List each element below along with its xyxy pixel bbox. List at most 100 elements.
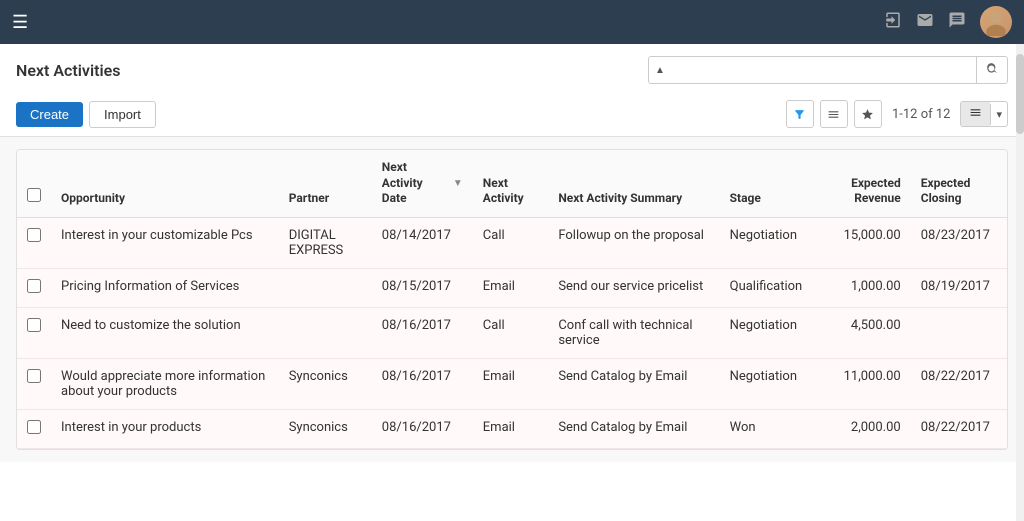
page-title: Next Activities (16, 61, 120, 80)
cell-activity-summary: Send Catalog by Email (548, 409, 719, 448)
top-bar-left: ☰ (12, 12, 28, 33)
table-container: Opportunity Partner Next Activity Date ▼… (16, 149, 1008, 450)
cell-closing (911, 307, 1007, 358)
cell-closing: 08/19/2017 (911, 268, 1007, 307)
cell-activity-date: 08/15/2017 (372, 268, 473, 307)
header-closing: Expected Closing (911, 150, 1007, 217)
row-checkbox[interactable] (27, 369, 41, 383)
table-row[interactable]: Interest in your customizable Pcs DIGITA… (17, 217, 1007, 268)
scrollbar-track[interactable] (1016, 44, 1024, 521)
main-content: Opportunity Partner Next Activity Date ▼… (0, 137, 1024, 462)
table-row[interactable]: Pricing Information of Services 08/15/20… (17, 268, 1007, 307)
cell-stage: Negotiation (720, 217, 813, 268)
search-dropdown-arrow[interactable]: ▲ (649, 65, 671, 76)
cell-activity: Call (473, 307, 549, 358)
cell-activity: Email (473, 409, 549, 448)
cell-opportunity: Interest in your customizable Pcs (51, 217, 279, 268)
header-checkbox-col (17, 150, 51, 217)
pagination-info: 1-12 of 12 (892, 107, 951, 122)
header-opportunity: Opportunity (51, 150, 279, 217)
table-body: Interest in your customizable Pcs DIGITA… (17, 217, 1007, 448)
header-activity-date[interactable]: Next Activity Date ▼ (372, 150, 473, 217)
header-revenue: Expected Revenue (812, 150, 911, 217)
cell-partner (279, 268, 372, 307)
cell-activity-summary: Followup on the proposal (548, 217, 719, 268)
cell-stage: Won (720, 409, 813, 448)
cell-activity: Call (473, 217, 549, 268)
data-table: Opportunity Partner Next Activity Date ▼… (17, 150, 1007, 449)
cell-partner: DIGITAL EXPRESS (279, 217, 372, 268)
filter-icons (786, 100, 882, 128)
row-checkbox-cell (17, 409, 51, 448)
import-button[interactable]: Import (89, 101, 156, 128)
top-bar-right (884, 6, 1012, 38)
cell-closing: 08/23/2017 (911, 217, 1007, 268)
page-header: Next Activities ▲ Create Import (0, 44, 1024, 137)
cell-closing: 08/22/2017 (911, 358, 1007, 409)
mail-icon[interactable] (916, 11, 934, 34)
avatar[interactable] (980, 6, 1012, 38)
cell-revenue: 1,000.00 (812, 268, 911, 307)
table-row[interactable]: Interest in your products Synconics 08/1… (17, 409, 1007, 448)
cell-stage: Qualification (720, 268, 813, 307)
row-checkbox[interactable] (27, 318, 41, 332)
action-left: Create Import (16, 101, 156, 128)
cell-stage: Negotiation (720, 307, 813, 358)
cell-revenue: 15,000.00 (812, 217, 911, 268)
table-header: Opportunity Partner Next Activity Date ▼… (17, 150, 1007, 217)
top-bar: ☰ (0, 0, 1024, 44)
cell-partner: Synconics (279, 358, 372, 409)
table-row[interactable]: Need to customize the solution 08/16/201… (17, 307, 1007, 358)
list-view-button[interactable] (961, 102, 990, 126)
cell-activity-date: 08/16/2017 (372, 358, 473, 409)
filter-button[interactable] (786, 100, 814, 128)
sort-arrow-date: ▼ (453, 177, 463, 190)
action-right: 1-12 of 12 ▾ (786, 100, 1008, 128)
row-checkbox[interactable] (27, 228, 41, 242)
cell-activity-summary: Send our service pricelist (548, 268, 719, 307)
cell-partner: Synconics (279, 409, 372, 448)
header-partner: Partner (279, 150, 372, 217)
header-stage: Stage (720, 150, 813, 217)
cell-activity: Email (473, 268, 549, 307)
row-checkbox[interactable] (27, 420, 41, 434)
table-row[interactable]: Would appreciate more information about … (17, 358, 1007, 409)
cell-opportunity: Interest in your products (51, 409, 279, 448)
row-checkbox-cell (17, 358, 51, 409)
search-button[interactable] (976, 57, 1007, 83)
row-checkbox-cell (17, 217, 51, 268)
chat-icon[interactable] (948, 11, 966, 34)
cell-revenue: 4,500.00 (812, 307, 911, 358)
list-options-button[interactable] (820, 100, 848, 128)
search-input[interactable] (671, 63, 976, 78)
cell-activity-date: 08/16/2017 (372, 307, 473, 358)
scrollbar-thumb[interactable] (1016, 54, 1024, 134)
view-toggle: ▾ (960, 101, 1008, 127)
cell-revenue: 11,000.00 (812, 358, 911, 409)
hamburger-icon[interactable]: ☰ (12, 12, 28, 33)
avatar-image (980, 6, 1012, 38)
cell-opportunity: Need to customize the solution (51, 307, 279, 358)
favorites-button[interactable] (854, 100, 882, 128)
breadcrumb-row: Next Activities ▲ (16, 56, 1008, 84)
cell-opportunity: Would appreciate more information about … (51, 358, 279, 409)
view-dropdown-button[interactable]: ▾ (990, 104, 1007, 125)
select-all-checkbox[interactable] (27, 188, 41, 202)
cell-activity-summary: Conf call with technical service (548, 307, 719, 358)
row-checkbox-cell (17, 307, 51, 358)
cell-revenue: 2,000.00 (812, 409, 911, 448)
cell-activity: Email (473, 358, 549, 409)
action-row: Create Import 1-1 (16, 92, 1008, 136)
header-activity-summary: Next Activity Summary (548, 150, 719, 217)
search-bar: ▲ (648, 56, 1008, 84)
cell-opportunity: Pricing Information of Services (51, 268, 279, 307)
login-icon[interactable] (884, 11, 902, 34)
row-checkbox[interactable] (27, 279, 41, 293)
cell-activity-summary: Send Catalog by Email (548, 358, 719, 409)
create-button[interactable]: Create (16, 102, 83, 127)
cell-activity-date: 08/16/2017 (372, 409, 473, 448)
cell-closing: 08/22/2017 (911, 409, 1007, 448)
row-checkbox-cell (17, 268, 51, 307)
cell-activity-date: 08/14/2017 (372, 217, 473, 268)
header-activity: Next Activity (473, 150, 549, 217)
